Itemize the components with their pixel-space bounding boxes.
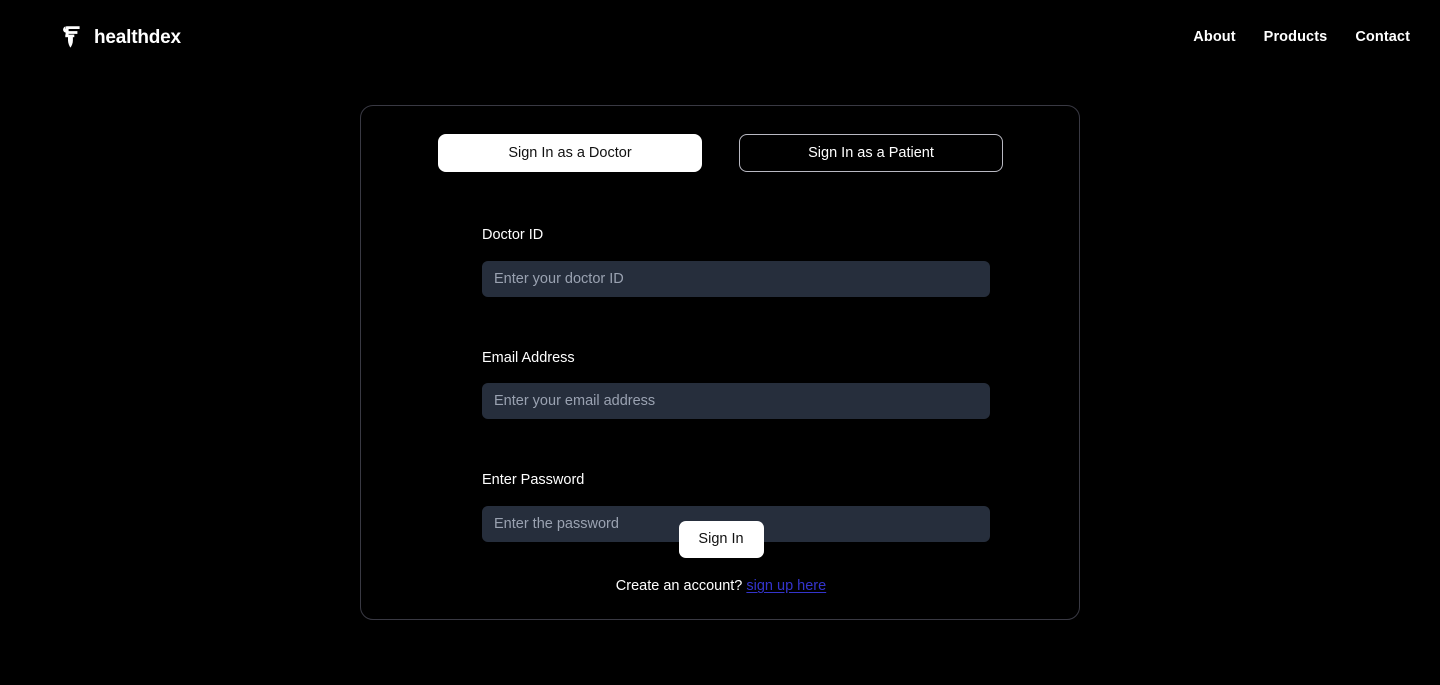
main-nav: About Products Contact [1193, 29, 1410, 45]
label-doctor-id: Doctor ID [482, 227, 544, 243]
brand[interactable]: healthdex [62, 22, 181, 52]
field-email-address: Email Address [482, 349, 990, 419]
input-doctor-id[interactable] [482, 260, 990, 297]
input-email-address[interactable] [482, 383, 990, 419]
field-spacer [482, 419, 990, 473]
tab-sign-in-as-patient[interactable]: Sign In as a Patient [739, 134, 1003, 172]
label-password: Enter Password [482, 472, 585, 488]
field-spacer [482, 297, 990, 351]
nav-link-about[interactable]: About [1193, 29, 1235, 45]
signup-prompt-text: Create an account? [615, 578, 743, 594]
tab-sign-in-as-doctor[interactable]: Sign In as a Doctor [438, 134, 702, 172]
signin-form: Doctor ID Email Address Enter Password [482, 228, 990, 542]
site-header: healthdex About Products Contact [0, 0, 1440, 74]
field-doctor-id: Doctor ID [482, 228, 990, 297]
signup-link[interactable]: sign up here [746, 578, 826, 594]
signup-row: Create an account? sign up here [361, 579, 1081, 594]
submit-row: Sign In [361, 521, 1081, 558]
sign-in-button[interactable]: Sign In [678, 521, 764, 558]
brand-name: healthdex [94, 26, 181, 48]
signin-role-tabs: Sign In as a Doctor Sign In as a Patient [438, 134, 1003, 172]
healthdex-mark-icon [63, 26, 80, 48]
signin-card: Sign In as a Doctor Sign In as a Patient… [360, 105, 1080, 620]
nav-link-products[interactable]: Products [1264, 29, 1328, 45]
label-email-address: Email Address [482, 349, 575, 366]
nav-link-contact[interactable]: Contact [1355, 29, 1410, 45]
